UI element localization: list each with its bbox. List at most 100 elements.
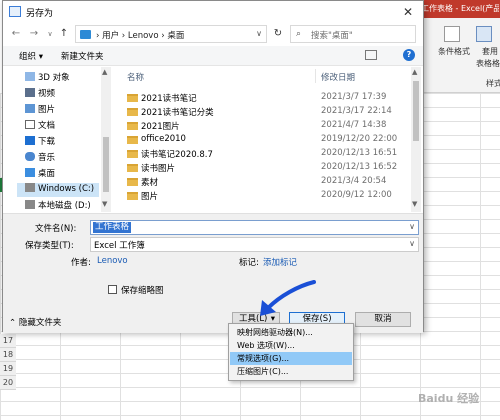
scroll-down-arrow-icon[interactable]: ▼	[102, 200, 107, 208]
scroll-up-arrow-icon[interactable]: ▲	[102, 68, 107, 76]
scroll-down-arrow-icon[interactable]: ▼	[412, 200, 417, 208]
list-item[interactable]: 读书笔记2020.8.7 2020/12/13 16:51	[115, 147, 411, 161]
tree-item-music[interactable]: 音乐	[25, 151, 55, 165]
search-placeholder: 搜索"桌面"	[311, 31, 353, 41]
dialog-title: 另存为	[26, 9, 54, 19]
dialog-titlebar[interactable]: 另存为 ✕	[3, 1, 423, 23]
list-item[interactable]: 2021读书笔记分类 2021/3/17 22:14	[115, 105, 411, 119]
tree-item-documents[interactable]: 文档	[25, 119, 55, 133]
search-icon: ⌕	[296, 29, 302, 39]
address-path[interactable]: › 用户 › Lenovo › 桌面	[96, 29, 184, 41]
folder-icon	[127, 178, 138, 186]
address-bar[interactable]: › 用户 › Lenovo › 桌面 ∨	[75, 25, 267, 43]
new-folder-button[interactable]: 新建文件夹	[61, 50, 104, 62]
folder-icon	[127, 150, 138, 158]
save-as-dialog: 另存为 ✕ ← → ∨ ↑ › 用户 › Lenovo › 桌面 ∨ ↻ ⌕ 搜…	[2, 0, 424, 333]
table-format-icon[interactable]	[476, 26, 492, 42]
picture-icon	[25, 104, 35, 113]
list-item[interactable]: office2010 2019/12/20 22:00	[115, 133, 411, 147]
tree-item-desktop[interactable]: 桌面	[25, 167, 55, 181]
save-type-select[interactable]: Excel 工作簿 ∨	[90, 237, 419, 252]
add-tags-link[interactable]: 添加标记	[263, 256, 297, 268]
navigation-bar: ← → ∨ ↑ › 用户 › Lenovo › 桌面 ∨ ↻ ⌕ 搜索"桌面"	[3, 23, 423, 45]
watermark: Baidu 经验	[418, 392, 480, 405]
navigation-pane: 3D 对象 视频 图片 文档 下载 音乐 桌面 Windows (C:) 本地磁…	[3, 67, 113, 212]
tree-item-windows-c[interactable]: Windows (C:)	[17, 183, 99, 197]
cancel-button[interactable]: 取消	[355, 312, 411, 327]
folder-icon	[127, 192, 138, 200]
chevron-down-icon[interactable]: ∨	[409, 222, 415, 231]
column-separator[interactable]	[315, 69, 316, 83]
forward-button[interactable]: →	[27, 27, 41, 41]
row-header[interactable]: 18	[0, 348, 16, 362]
folder-icon	[127, 136, 138, 144]
refresh-button[interactable]: ↻	[271, 27, 285, 41]
tree-item-pictures[interactable]: 图片	[25, 103, 55, 117]
chevron-down-icon[interactable]: ∨	[256, 29, 262, 38]
scroll-up-arrow-icon[interactable]: ▲	[412, 68, 417, 76]
tree-item-downloads[interactable]: 下载	[25, 135, 55, 149]
ribbon-label-conditional: 条件格式	[438, 47, 470, 56]
annotation-arrow-icon	[260, 280, 316, 316]
list-item[interactable]: 2021读书笔记 2021/3/7 17:39	[115, 91, 411, 105]
scrollbar-thumb[interactable]	[413, 81, 419, 141]
save-thumbnail-label: 保存缩略图	[121, 286, 164, 296]
view-options-icon[interactable]	[365, 50, 377, 60]
excel-titlebar: 工作表格 - Excel(产品激活失败)	[418, 0, 500, 18]
back-button[interactable]: ←	[9, 27, 23, 41]
tags-label: 标记:	[239, 258, 259, 268]
column-header-name[interactable]: 名称	[127, 71, 144, 83]
desktop-icon	[25, 168, 35, 177]
close-button[interactable]: ✕	[399, 4, 417, 20]
save-dialog-icon	[9, 6, 21, 17]
recent-locations-button[interactable]: ∨	[43, 27, 57, 41]
conditional-format-icon[interactable]	[444, 26, 460, 42]
folder-icon	[127, 122, 138, 130]
tree-item-3d-objects[interactable]: 3D 对象	[25, 71, 70, 85]
file-list: 名称 修改日期 2021读书笔记 2021/3/7 17:39 2021读书笔记分…	[115, 67, 411, 212]
row-header[interactable]: 17	[0, 334, 16, 348]
folder-icon	[127, 108, 138, 116]
document-icon	[25, 120, 35, 129]
save-form: 文件名(N): 工作表格 ∨ 保存类型(T): Excel 工作簿 ∨ 作者: …	[3, 213, 423, 333]
row-header[interactable]: 20	[0, 376, 16, 390]
organize-button[interactable]: 组织 ▾	[19, 50, 43, 62]
scrollbar-thumb[interactable]	[103, 137, 109, 192]
menu-item-map-network-drive[interactable]: 映射网络驱动器(N)...	[230, 326, 352, 339]
author-value[interactable]: Lenovo	[97, 256, 128, 266]
author-label: 作者:	[71, 258, 91, 268]
tools-menu: 映射网络驱动器(N)... Web 选项(W)... 常规选项(G)... 压缩…	[228, 323, 354, 381]
excel-title-text: 工作表格 - Excel(产品激活失败)	[421, 4, 499, 13]
up-button[interactable]: ↑	[57, 27, 71, 41]
music-icon	[25, 152, 35, 161]
ribbon-label-table-format: 表格格式	[476, 59, 500, 68]
tree-item-videos[interactable]: 视频	[25, 87, 55, 101]
save-thumbnail-checkbox[interactable]	[108, 285, 117, 294]
chevron-down-icon[interactable]: ∨	[409, 239, 415, 248]
search-input[interactable]: ⌕ 搜索"桌面"	[290, 25, 416, 43]
list-item[interactable]: 素材 2021/3/4 20:54	[115, 175, 411, 189]
folder-location-icon	[80, 30, 91, 39]
filename-field[interactable]: 工作表格 ∨	[90, 220, 419, 235]
list-item[interactable]: 2021图片 2021/4/7 14:38	[115, 119, 411, 133]
column-header-date[interactable]: 修改日期	[321, 71, 355, 83]
drive-icon	[25, 183, 35, 192]
menu-item-general-options[interactable]: 常规选项(G)...	[230, 352, 352, 365]
list-item[interactable]: 读书图片 2020/12/13 16:52	[115, 161, 411, 175]
hide-folders-button[interactable]: ⌃ 隐藏文件夹	[9, 316, 61, 328]
help-icon[interactable]: ?	[403, 49, 415, 61]
row-header[interactable]: 19	[0, 362, 16, 376]
save-type-label: 保存类型(T):	[25, 241, 74, 251]
folder-icon	[127, 164, 138, 172]
filename-label: 文件名(N):	[35, 224, 77, 234]
filename-value[interactable]: 工作表格	[93, 222, 132, 233]
list-item[interactable]: 图片 2020/9/12 12:00	[115, 189, 411, 203]
file-list-scrollbar[interactable]: ▲ ▼	[411, 67, 421, 212]
menu-item-compress-pictures[interactable]: 压缩图片(C)...	[230, 365, 352, 378]
video-icon	[25, 88, 35, 97]
excel-ribbon: 条件格式 套用 表格格式 样式	[418, 18, 500, 93]
tree-scrollbar[interactable]: ▲ ▼	[101, 67, 111, 212]
drive-icon	[25, 200, 35, 209]
tree-item-local-d[interactable]: 本地磁盘 (D:)	[25, 199, 91, 213]
menu-item-web-options[interactable]: Web 选项(W)...	[230, 339, 352, 352]
